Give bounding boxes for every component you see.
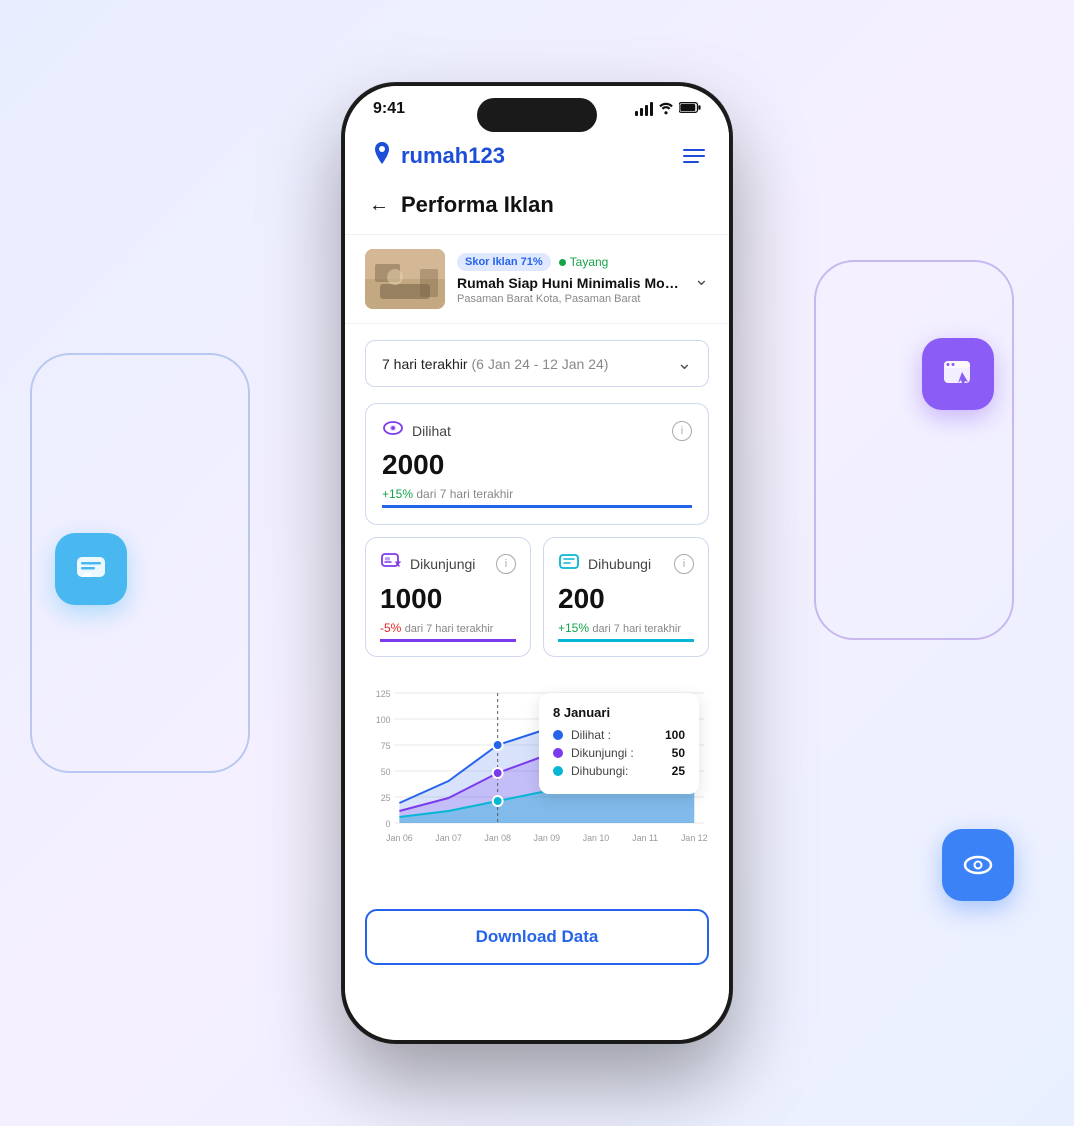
views-value: 2000	[382, 449, 692, 481]
dynamic-island	[477, 98, 597, 132]
page-title-row: ← Performa Iklan	[345, 184, 729, 235]
contacts-stat-card: Dihubungi i 200 +15% dari 7 hari terakhi…	[543, 537, 709, 657]
page-wrapper: 9:41	[0, 0, 1074, 1126]
listing-thumbnail	[365, 249, 445, 309]
tooltip-dihubungi-dot	[553, 766, 563, 776]
tooltip-dihubungi-row: Dihubungi: 25	[553, 764, 685, 778]
views-icon	[382, 420, 404, 441]
listing-location: Pasaman Barat Kota, Pasaman Barat	[457, 293, 682, 305]
app-header: rumah123	[345, 124, 729, 184]
visits-stat-card: Dikunjungi i 1000 -5% dari 7 hari terakh…	[365, 537, 531, 657]
views-bottom-border: 2000 +15% dari 7 hari terakhir	[382, 449, 692, 508]
date-filter-chevron-icon: ⌄	[677, 353, 692, 374]
tooltip-date: 8 Januari	[553, 705, 685, 720]
download-button[interactable]: Download Data	[365, 909, 709, 965]
floating-eye-icon	[942, 829, 1014, 901]
visits-label-row: Dikunjungi	[380, 552, 475, 575]
svg-text:25: 25	[381, 793, 391, 803]
menu-line-1	[683, 149, 705, 151]
score-badge: Skor Iklan 71%	[457, 253, 551, 271]
date-filter[interactable]: 7 hari terakhir (6 Jan 24 - 12 Jan 24) ⌄	[365, 340, 709, 387]
phone-frame: 9:41	[342, 83, 732, 1043]
svg-text:50: 50	[381, 767, 391, 777]
listing-card[interactable]: Skor Iklan 71% Tayang Rumah Siap Huni Mi…	[345, 235, 729, 324]
status-time: 9:41	[373, 100, 405, 118]
svg-text:Jan 08: Jan 08	[484, 833, 511, 843]
listing-info: Skor Iklan 71% Tayang Rumah Siap Huni Mi…	[457, 253, 682, 305]
svg-text:125: 125	[376, 689, 391, 699]
svg-text:Jan 06: Jan 06	[386, 833, 413, 843]
visits-value: 1000	[380, 583, 516, 615]
battery-icon	[679, 101, 701, 117]
floating-chat-icon	[55, 533, 127, 605]
contacts-label-row: Dihubungi	[558, 552, 651, 575]
listing-chevron-icon[interactable]: ⌄	[694, 269, 709, 290]
page-title: Performa Iklan	[401, 192, 554, 218]
svg-text:Jan 09: Jan 09	[534, 833, 561, 843]
svg-text:Jan 11: Jan 11	[632, 833, 658, 843]
views-change: +15% dari 7 hari terakhir	[382, 487, 692, 501]
visits-bottom-border: 1000 -5% dari 7 hari terakhir	[380, 583, 516, 642]
date-range-text: (6 Jan 24 - 12 Jan 24)	[471, 356, 608, 372]
contacts-change: +15% dari 7 hari terakhir	[558, 621, 694, 635]
tooltip-dilihat-row: Dilihat : 100	[553, 728, 685, 742]
signal-bars-icon	[635, 102, 653, 116]
visits-label: Dikunjungi	[410, 556, 475, 572]
listing-badges: Skor Iklan 71% Tayang	[457, 253, 682, 271]
stats-row: Dikunjungi i 1000 -5% dari 7 hari terakh…	[365, 537, 709, 657]
phone-screen: 9:41	[345, 86, 729, 1040]
bg-shape-right	[814, 260, 1014, 640]
views-stat-header: Dilihat i	[382, 420, 692, 441]
contacts-icon	[558, 552, 580, 575]
visits-change: -5% dari 7 hari terakhir	[380, 621, 516, 635]
menu-icon[interactable]	[683, 149, 705, 163]
tooltip-dikunjungi-dot	[553, 748, 563, 758]
date-filter-text: 7 hari terakhir (6 Jan 24 - 12 Jan 24)	[382, 356, 608, 372]
status-badge: Tayang	[559, 255, 609, 269]
chart-section: 125 100 75 50 25 0	[345, 657, 729, 893]
svg-text:100: 100	[376, 715, 391, 725]
status-dot	[559, 259, 566, 266]
chart-container: 125 100 75 50 25 0	[365, 673, 709, 893]
menu-line-2	[683, 155, 705, 157]
contacts-info-icon[interactable]: i	[674, 554, 694, 574]
svg-text:Jan 12: Jan 12	[681, 833, 708, 843]
logo-pin-icon	[369, 140, 395, 172]
views-stat-card: Dilihat i 2000 +15% dari 7 hari terakhir	[365, 403, 709, 525]
svg-text:Jan 10: Jan 10	[583, 833, 610, 843]
menu-line-3	[683, 161, 699, 163]
svg-text:0: 0	[386, 819, 391, 829]
views-info-icon[interactable]: i	[672, 421, 692, 441]
listing-image	[365, 249, 445, 309]
svg-text:75: 75	[381, 741, 391, 751]
contacts-value: 200	[558, 583, 694, 615]
app-content[interactable]: rumah123 ← Performa Iklan	[345, 124, 729, 1040]
status-icons	[635, 101, 701, 118]
logo-area: rumah123	[369, 140, 505, 172]
chart-tooltip: 8 Januari Dilihat : 100 Dikunjungi : 50	[539, 693, 699, 794]
visits-icon	[380, 552, 402, 575]
views-label-row: Dilihat	[382, 420, 451, 441]
views-label: Dilihat	[412, 423, 451, 439]
logo-text: rumah123	[401, 143, 505, 169]
tooltip-dilihat-dot	[553, 730, 563, 740]
back-arrow-icon[interactable]: ←	[369, 194, 389, 217]
contacts-stat-header: Dihubungi i	[558, 552, 694, 575]
visits-info-icon[interactable]: i	[496, 554, 516, 574]
floating-browser-icon	[922, 338, 994, 410]
visits-stat-header: Dikunjungi i	[380, 552, 516, 575]
contacts-bottom-border: 200 +15% dari 7 hari terakhir	[558, 583, 694, 642]
listing-title: Rumah Siap Huni Minimalis Modern N...	[457, 275, 682, 291]
tooltip-dikunjungi-row: Dikunjungi : 50	[553, 746, 685, 760]
svg-text:Jan 07: Jan 07	[435, 833, 462, 843]
wifi-icon	[658, 101, 674, 118]
contacts-label: Dihubungi	[588, 556, 651, 572]
